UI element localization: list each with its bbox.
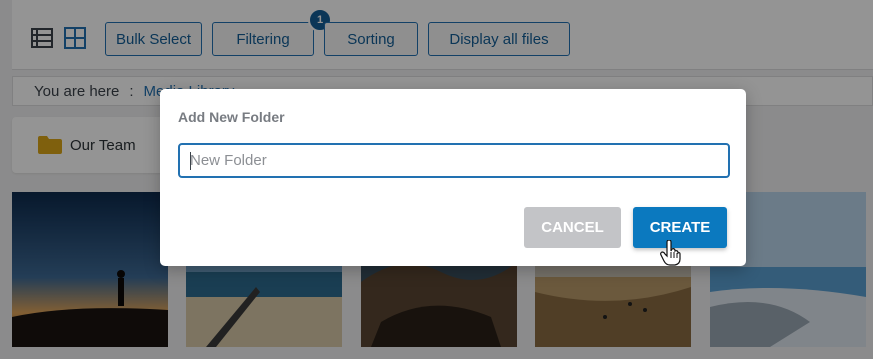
cancel-button[interactable]: CANCEL <box>524 207 621 248</box>
hand-cursor-icon <box>660 240 681 266</box>
dialog-title: Add New Folder <box>178 109 285 125</box>
folder-name-input[interactable] <box>178 143 730 178</box>
text-caret <box>190 152 191 170</box>
add-folder-dialog: Add New Folder CANCEL CREATE <box>160 89 746 266</box>
